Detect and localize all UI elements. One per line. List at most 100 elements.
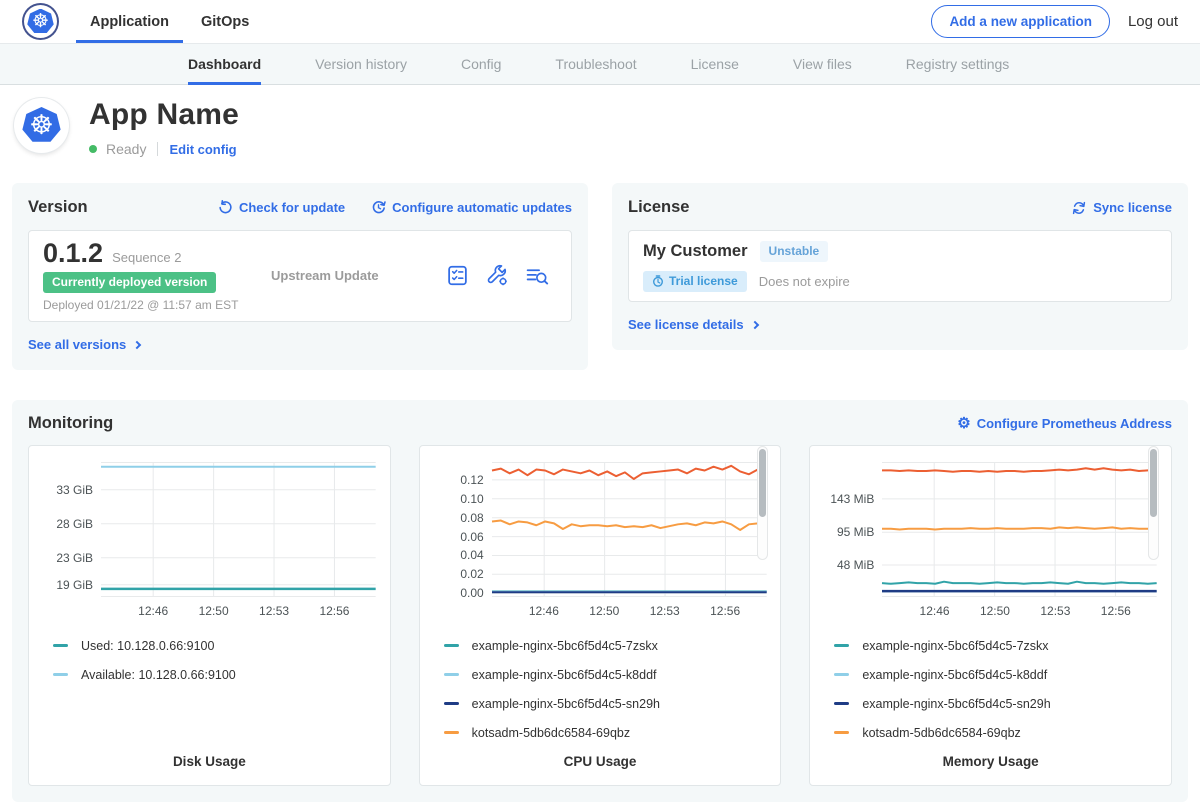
tab-registry-settings[interactable]: Registry settings [906, 44, 1009, 84]
configure-automatic-updates-link[interactable]: Configure automatic updates [371, 200, 572, 215]
legend-label: Used: 10.128.0.66:9100 [81, 639, 214, 653]
chart-plot [882, 462, 1157, 597]
monitoring-card: Monitoring ⚙ Configure Prometheus Addres… [12, 400, 1188, 802]
y-axis-labels: 48 MiB95 MiB143 MiB [818, 462, 874, 597]
app-avatar: ☸ [14, 98, 69, 153]
check-for-update-label: Check for update [239, 200, 345, 215]
tab-version-history[interactable]: Version history [315, 44, 407, 84]
legend-label: example-nginx-5bc6f5d4c5-k8ddf [472, 668, 657, 682]
legend-label: example-nginx-5bc6f5d4c5-7zskx [472, 639, 658, 653]
stopwatch-icon [652, 275, 664, 287]
x-tick-label: 12:53 [650, 604, 680, 618]
legend-item: Used: 10.128.0.66:9100 [53, 631, 382, 660]
app-header-text: App Name Ready Edit config [89, 98, 239, 157]
legend-label: Available: 10.128.0.66:9100 [81, 668, 236, 682]
summary-cards-row: Version Check for update Configure autom… [12, 183, 1188, 370]
see-all-versions-link[interactable]: See all versions [28, 337, 140, 352]
page-title: App Name [89, 98, 239, 132]
x-tick-label: 12:50 [980, 604, 1010, 618]
see-all-versions-label: See all versions [28, 337, 126, 352]
x-tick-label: 12:50 [199, 604, 229, 618]
check-for-update-link[interactable]: Check for update [218, 200, 345, 215]
version-card-header: Version Check for update Configure autom… [28, 198, 572, 217]
channel-badge: Unstable [760, 241, 829, 262]
logout-link[interactable]: Log out [1128, 13, 1178, 30]
add-application-button[interactable]: Add a new application [931, 5, 1110, 38]
chart-title: CPU Usage [428, 754, 773, 773]
disk-usage-chart-card: 19 GiB23 GiB28 GiB33 GiB 12:4612:5012:53… [28, 445, 391, 786]
legend-label: example-nginx-5bc6f5d4c5-sn29h [862, 697, 1050, 711]
y-tick-label: 0.02 [460, 567, 483, 581]
y-tick-label: 19 GiB [56, 578, 93, 592]
edit-config-link[interactable]: Edit config [169, 142, 236, 157]
legend-scrollbar[interactable] [757, 446, 768, 560]
plot-area [101, 462, 376, 597]
cpu-usage-chart-card: 0.000.020.040.060.080.100.12 12:4612:501… [419, 445, 782, 786]
version-number: 0.1.2 [43, 239, 103, 267]
expiration-text: Does not expire [759, 274, 850, 289]
status-text: Ready [106, 141, 146, 157]
dashboard-content: Version Check for update Configure autom… [0, 183, 1200, 802]
sync-license-link[interactable]: Sync license [1071, 200, 1172, 215]
x-tick-label: 12:46 [920, 604, 950, 618]
trial-license-badge: Trial license [643, 271, 747, 292]
x-tick-label: 12:50 [589, 604, 619, 618]
license-details-row: My Customer Unstable Trial license Does … [628, 230, 1172, 302]
plot-area [882, 462, 1157, 597]
auto-update-clock-icon [371, 200, 386, 215]
kubernetes-logo: ☸ [24, 5, 57, 38]
legend-item: kotsadm-5db6dc6584-69qbz [444, 718, 773, 747]
x-tick-label: 12:56 [1101, 604, 1131, 618]
y-tick-label: 95 MiB [837, 525, 874, 539]
y-tick-label: 0.10 [460, 492, 483, 506]
y-tick-label: 48 MiB [837, 558, 874, 572]
deployed-version-badge: Currently deployed version [43, 272, 216, 293]
app-sub-nav: Dashboard Version history Config Trouble… [0, 43, 1200, 85]
x-tick-label: 12:46 [529, 604, 559, 618]
tab-license[interactable]: License [691, 44, 739, 84]
chart-plot [101, 462, 376, 597]
legend-item: example-nginx-5bc6f5d4c5-k8ddf [834, 660, 1163, 689]
gear-icon: ⚙ [957, 416, 970, 431]
kubernetes-wheel-icon: ☸ [22, 107, 61, 144]
legend-swatch-icon [53, 644, 68, 647]
legend-item: Available: 10.128.0.66:9100 [53, 660, 382, 689]
legend-item: kotsadm-5db6dc6584-69qbz [834, 718, 1163, 747]
legend-swatch-icon [444, 673, 459, 676]
tab-troubleshoot[interactable]: Troubleshoot [555, 44, 636, 84]
version-card-links: Check for update Configure automatic upd… [218, 200, 572, 215]
x-tick-label: 12:56 [319, 604, 349, 618]
scrollbar-thumb[interactable] [1150, 449, 1157, 517]
legend-swatch-icon [834, 702, 849, 705]
top-tab-gitops[interactable]: GitOps [199, 0, 251, 43]
license-card: License Sync license My Customer Unstabl… [612, 183, 1188, 350]
legend-label: example-nginx-5bc6f5d4c5-k8ddf [862, 668, 1047, 682]
legend-item: example-nginx-5bc6f5d4c5-7zskx [444, 631, 773, 660]
legend-scrollbar[interactable] [1148, 446, 1159, 560]
top-tab-application[interactable]: Application [88, 0, 171, 43]
legend-item: example-nginx-5bc6f5d4c5-sn29h [444, 689, 773, 718]
current-version-row: 0.1.2 Sequence 2 Currently deployed vers… [28, 230, 572, 322]
view-logs-icon[interactable] [525, 265, 549, 287]
preflight-checks-icon[interactable] [446, 264, 469, 287]
tab-view-files[interactable]: View files [793, 44, 852, 84]
see-license-details-row: See license details [628, 316, 1172, 334]
tab-config[interactable]: Config [461, 44, 501, 84]
kubernetes-wheel-icon: ☸ [27, 9, 54, 35]
tab-dashboard[interactable]: Dashboard [188, 44, 261, 84]
legend-swatch-icon [53, 673, 68, 676]
scrollbar-thumb[interactable] [759, 449, 766, 517]
see-license-details-link[interactable]: See license details [628, 317, 758, 332]
configure-prometheus-link[interactable]: ⚙ Configure Prometheus Address [957, 416, 1172, 431]
top-nav: ☸ Application GitOps Add a new applicati… [0, 0, 1200, 43]
x-axis-labels: 12:4612:5012:5312:56 [492, 601, 767, 617]
see-all-versions-row: See all versions [28, 336, 572, 354]
chart-title: Memory Usage [818, 754, 1163, 773]
legend-swatch-icon [834, 673, 849, 676]
memory-usage-chart-card: 48 MiB95 MiB143 MiB 12:4612:5012:5312:56… [809, 445, 1172, 786]
top-nav-tabs: Application GitOps [88, 0, 251, 43]
wrench-gear-icon[interactable] [485, 264, 509, 287]
y-tick-label: 33 GiB [56, 483, 93, 497]
monitoring-header: Monitoring ⚙ Configure Prometheus Addres… [28, 414, 1172, 433]
chevron-right-icon [750, 320, 758, 328]
